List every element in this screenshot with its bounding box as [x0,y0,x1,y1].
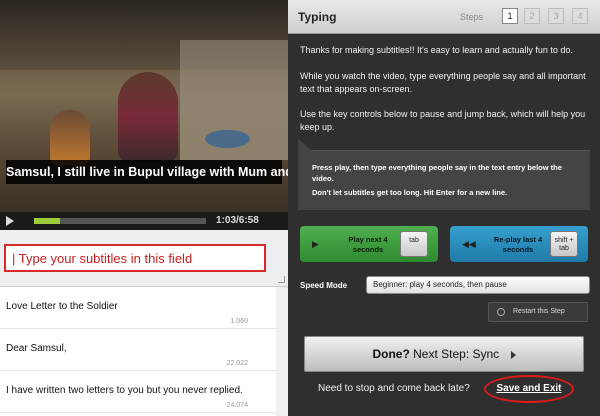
intro-text: Thanks for making subtitles!! It's easy … [300,45,573,55]
steps-label: Steps [460,12,484,22]
play-next-label: Play next 4 seconds [348,235,388,254]
video-panel: Samsul, I still live in Bupul village wi… [0,0,288,416]
step-4[interactable]: 4 [572,8,588,24]
subtitle-list: Love Letter to the Soldier 1.060 Dear Sa… [0,286,288,416]
video-caption: Samsul, I still live in Bupul village wi… [6,160,288,184]
list-item[interactable]: Love Letter to the Soldier 1.060 [0,287,288,329]
tip-line: Don't let subtitles get too long. Hit En… [312,188,508,197]
replay-button[interactable]: ◀◀ Re-play last 4 seconds shift + tab [450,226,588,262]
video-basin [205,130,250,148]
tab-key: tab [400,231,428,257]
video-person [118,72,178,162]
subtitle-time: 24.074 [226,402,248,409]
subtitle-text: Love Letter to the Soldier [6,301,118,312]
step-1[interactable]: 1 [502,8,518,24]
stop-text: Need to stop and come back late? [318,383,470,394]
subtitle-entry-area: | Type your subtitles in this field [0,230,288,286]
restart-label: Restart this Step [513,308,565,315]
panel-header: Typing Steps 1 2 3 4 [288,0,600,34]
video-child [50,110,90,165]
play-next-button[interactable]: ▶ Play next 4 seconds tab [300,226,438,262]
step-2[interactable]: 2 [524,8,540,24]
speed-mode-select[interactable]: Beginner: play 4 seconds, then pause [366,276,590,294]
chevron-right-icon [510,350,516,359]
video-time: 1:03/6:58 [216,215,259,226]
restart-step-button[interactable]: Restart this Step [488,302,588,322]
scrollbar[interactable] [276,287,288,416]
rewind-icon: ◀◀ [462,239,476,249]
list-item[interactable]: I have written two letters to you but yo… [0,371,288,413]
subtitle-time: 22.022 [226,360,248,367]
save-and-exit-link[interactable]: Save and Exit [484,375,574,403]
done-rest: Next Step: Sync [413,347,500,361]
intro-text: While you watch the video, type everythi… [300,71,586,94]
speed-mode-label: Speed Mode [300,281,348,290]
play-icon[interactable] [6,216,14,226]
tip-line: Press play, then type everything people … [312,163,562,183]
resize-handle[interactable] [278,276,285,283]
stop-text-question: ? [464,383,470,394]
shift-tab-key: shift + tab [550,231,578,257]
video-frame[interactable]: Samsul, I still live in Bupul village wi… [0,0,288,212]
subtitle-text: Dear Samsul, [6,343,67,354]
restart-icon [497,308,505,316]
subtitle-editor: Samsul, I still live in Bupul village wi… [0,0,600,416]
intro-text: Use the key controls below to pause and … [300,109,586,132]
play-icon: ▶ [312,239,319,249]
done-next-step-button[interactable]: Done? Next Step: Sync [304,336,584,372]
subtitle-text: I have written two letters to you but yo… [6,385,243,396]
stop-text-main: Need to stop and come back late [318,383,465,394]
page-title: Typing [298,10,337,24]
progress-bar[interactable] [34,218,206,224]
progress-fill [34,218,60,224]
list-item[interactable]: Dear Samsul, 22.022 [0,329,288,371]
replay-label: Re-play last 4 seconds [493,235,543,254]
step-3[interactable]: 3 [548,8,564,24]
tip-box: Press play, then type everything people … [298,139,590,210]
done-strong: Done? [372,347,410,361]
subtitle-input[interactable]: | Type your subtitles in this field [4,244,266,272]
subtitle-time: 1.060 [230,318,248,325]
video-controls: 1:03/6:58 [0,212,288,230]
instructions-panel: Typing Steps 1 2 3 4 Thanks for making s… [288,0,600,416]
